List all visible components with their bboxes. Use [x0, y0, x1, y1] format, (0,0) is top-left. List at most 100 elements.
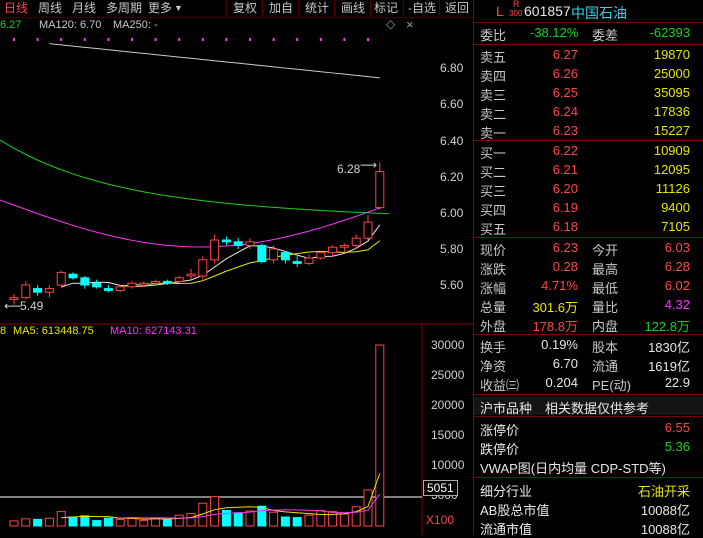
fundamental-value: 6.70 — [552, 356, 578, 371]
back-button[interactable]: 返回 — [439, 0, 474, 16]
volume-axis-label: 30000 — [431, 338, 465, 352]
tab-monthly[interactable]: 月线 — [72, 0, 96, 16]
statistics-button[interactable]: 统计 — [298, 0, 335, 16]
fundamental-label: 收益㈢ — [480, 378, 520, 393]
close-indicator-icon[interactable]: × — [406, 17, 414, 32]
ask-price[interactable]: 6.25 — [553, 85, 578, 100]
candle-body — [68, 273, 78, 279]
fundamental-value: 1830亿 — [648, 340, 690, 355]
ask-price[interactable]: 6.27 — [553, 47, 578, 62]
ask-row[interactable]: 卖四 6.26 25000 — [474, 65, 703, 84]
bid-volume: 11126 — [655, 181, 690, 196]
add-watchlist-button[interactable]: 加自 — [262, 0, 299, 16]
quote-label: 外盘 — [480, 319, 507, 334]
kline-chart-svg[interactable] — [0, 17, 473, 535]
tab-more[interactable]: 更多 — [148, 0, 172, 16]
bid-volume: 12095 — [653, 162, 690, 177]
ask-price[interactable]: 6.23 — [553, 123, 578, 138]
candle-body — [174, 277, 184, 282]
bid-row[interactable]: 买二 6.21 12095 — [474, 161, 703, 180]
fundamental-row: 净资 6.70 流通 1619亿 — [474, 355, 703, 374]
volume-unit-label: X100 — [426, 513, 455, 527]
bid-label: 买三 — [480, 184, 507, 199]
ask-volume: 15227 — [653, 123, 690, 138]
candle-body — [151, 280, 161, 284]
mark-button[interactable]: 标记 — [370, 0, 401, 16]
bid-price[interactable]: 6.18 — [553, 219, 578, 234]
ask-price[interactable]: 6.24 — [553, 104, 578, 119]
tab-weekly[interactable]: 周线 — [38, 0, 62, 16]
stock-name: 中国石油 — [571, 5, 627, 21]
candle-body — [139, 282, 149, 286]
candle-body — [257, 244, 267, 263]
candle-body — [80, 277, 90, 286]
bid-row[interactable]: 买四 6.19 9400 — [474, 199, 703, 218]
collapse-diamond-icon[interactable]: ◇ — [386, 17, 395, 31]
ma20-line — [0, 199, 382, 248]
limit-label: 涨停价 — [480, 423, 520, 438]
bid-price[interactable]: 6.19 — [553, 200, 578, 215]
info-header: 沪市品种 相关数据仅供参考 — [474, 397, 703, 417]
draw-line-button[interactable]: 画线 — [334, 0, 371, 16]
candle-body — [210, 239, 220, 261]
candle-body — [269, 248, 279, 261]
vwap-link[interactable]: VWAP图(日内均量 CDP-STD等) — [474, 457, 703, 476]
vwap-label[interactable]: VWAP图(日内均量 CDP-STD等) — [480, 458, 666, 477]
quote-label: 内盘 — [592, 319, 619, 334]
candle-body — [280, 252, 290, 261]
kline-chart-area[interactable] — [0, 17, 473, 535]
volume-bar — [245, 510, 255, 527]
bid-row[interactable]: 买一 6.22 10909 — [474, 142, 703, 161]
candle-body — [304, 257, 314, 264]
volume-bar — [269, 511, 279, 527]
ask-row[interactable]: 卖二 6.24 17836 — [474, 103, 703, 122]
industry-row: AB股总市值 10088亿 — [474, 499, 703, 518]
bid-row[interactable]: 买五 6.18 7105 — [474, 218, 703, 237]
candle-body — [44, 288, 54, 293]
tab-daily[interactable]: 日线 — [4, 0, 28, 16]
volume-bar — [292, 517, 302, 527]
tab-shanghai-varieties[interactable]: 沪市品种 — [480, 398, 532, 417]
volume-bar — [9, 520, 19, 527]
bid-price[interactable]: 6.20 — [553, 181, 578, 196]
ask-volume: 19870 — [653, 47, 690, 62]
volume-bar — [316, 509, 326, 527]
tab-multi-period[interactable]: 多周期 — [106, 0, 142, 16]
ask-volume: 25000 — [653, 66, 690, 81]
fundamental-label: 净资 — [480, 359, 507, 374]
quote-row: 现价 6.23 今开 6.03 — [474, 239, 703, 258]
quote-label: 涨幅 — [480, 281, 507, 296]
event-marker — [343, 38, 346, 41]
ask-price[interactable]: 6.26 — [553, 66, 578, 81]
event-marker — [154, 38, 157, 41]
ask-row[interactable]: 卖五 6.27 19870 — [474, 46, 703, 65]
bid-price[interactable]: 6.22 — [553, 143, 578, 158]
ma60-label: 6.27 — [0, 19, 22, 31]
candle-body — [363, 221, 373, 239]
tab-more-chevron-icon[interactable]: ▼ — [174, 0, 183, 16]
volume-bar — [80, 515, 90, 527]
price-axis-label: 6.60 — [440, 97, 464, 111]
ask-row[interactable]: 卖三 6.25 35095 — [474, 84, 703, 103]
restore-rights-button[interactable]: 复权 — [226, 0, 263, 16]
event-marker — [296, 38, 299, 41]
bid-price[interactable]: 6.21 — [553, 162, 578, 177]
limit-row: 跌停价 5.36 — [474, 438, 703, 457]
ask-row[interactable]: 卖一 6.23 15227 — [474, 122, 703, 141]
bid-row[interactable]: 买三 6.20 11126 — [474, 180, 703, 199]
industry-label: AB股总市值 — [480, 503, 550, 518]
volume-indicator-prefix: 8 — [0, 325, 7, 337]
ask-label: 卖二 — [480, 107, 507, 122]
quote-value: 178.8万 — [532, 319, 578, 334]
candle-body — [339, 244, 349, 248]
volume-bar — [221, 509, 231, 527]
fundamental-label: 股本 — [592, 340, 619, 355]
event-marker — [13, 38, 15, 41]
ma250-label: MA250: - — [113, 19, 158, 31]
ma5-line — [61, 224, 381, 288]
quote-value: 4.71% — [541, 278, 578, 293]
remove-watchlist-button[interactable]: -自选 — [403, 0, 440, 16]
tab-related-data[interactable]: 相关数据仅供参考 — [545, 398, 649, 417]
fundamental-label: 换手 — [480, 340, 507, 355]
volume-axis-label: 20000 — [431, 398, 465, 412]
